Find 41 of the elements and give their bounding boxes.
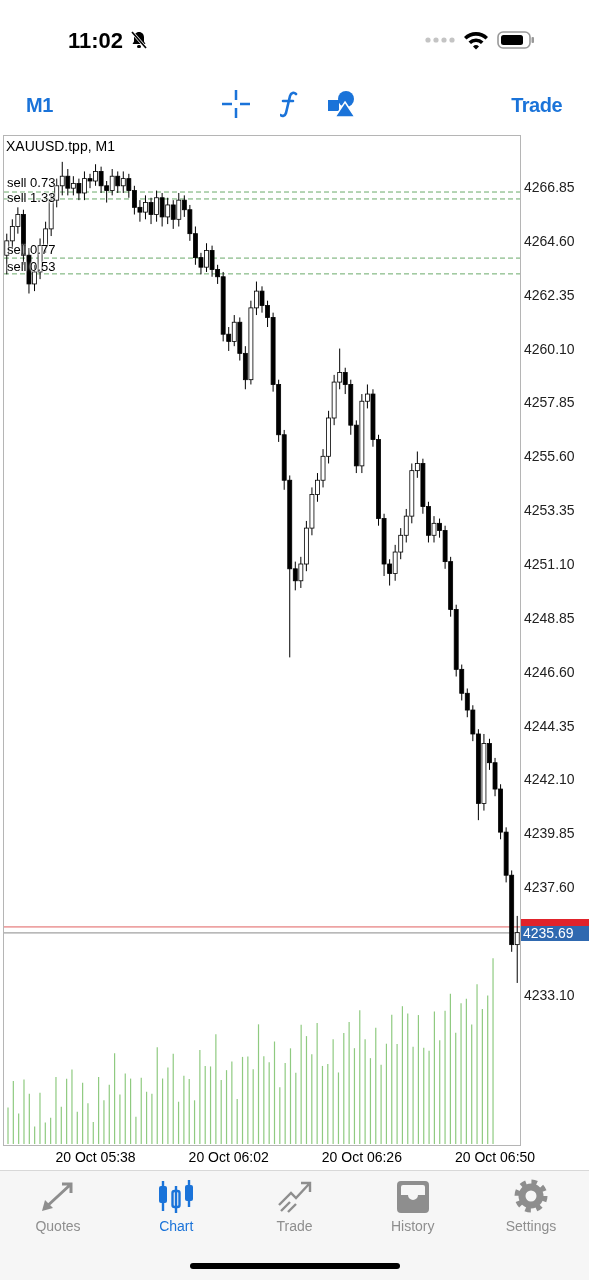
signal-icon [425, 36, 455, 44]
time-axis-label: 20 Oct 06:02 [188, 1150, 269, 1164]
price-tick-label: 4264.60 [524, 233, 575, 248]
price-tick-label: 4239.85 [524, 826, 575, 841]
battery-icon [497, 30, 535, 50]
price-tick-label: 4257.85 [524, 395, 575, 410]
settings-icon [513, 1179, 549, 1213]
time-axis-label: 20 Oct 06:50 [454, 1150, 536, 1164]
price-tick-label: 4262.35 [524, 287, 575, 302]
wifi-icon [463, 30, 489, 50]
price-tick-label: 4266.85 [524, 180, 575, 194]
candlestick-icon [158, 1179, 195, 1213]
inbox-icon [394, 1179, 431, 1213]
price-tick-label: 4233.10 [524, 987, 575, 1002]
price-tick-label: 4244.35 [524, 718, 575, 733]
trade-button[interactable]: Trade [511, 90, 562, 120]
trend-arrow-icon [276, 1179, 313, 1213]
price-tick-label: 4251.10 [524, 557, 575, 571]
bid-price-label: 4235.69 [521, 926, 589, 941]
tab-bar-item[interactable]: History [360, 1179, 465, 1233]
bell-slash-icon [129, 30, 150, 50]
price-tick-label: 4237.60 [524, 880, 575, 895]
clock-time: 11:02 [68, 26, 124, 55]
price-tick-label: 4248.85 [524, 610, 575, 625]
time-axis-label: 20 Oct 06:26 [321, 1150, 402, 1164]
price-tick-label: 4242.10 [524, 772, 575, 787]
timeframe-button[interactable]: M1 [26, 90, 53, 120]
price-tick-label: 4246.60 [524, 664, 575, 679]
tab-bar-item[interactable]: Quotes [6, 1179, 110, 1233]
tab-bar-item[interactable]: Settings [479, 1179, 583, 1233]
price-tick-label: 4253.35 [524, 503, 575, 518]
time-axis-label: 20 Oct 05:38 [55, 1150, 136, 1164]
price-tick-label: 4255.60 [524, 449, 575, 464]
chart-symbol: XAUUSD.tpp, M1 [6, 139, 115, 153]
price-tick-label: 4260.10 [524, 341, 575, 356]
tab-bar-item[interactable]: Trade [242, 1179, 347, 1233]
function-icon[interactable] [280, 90, 298, 118]
crosshair-icon[interactable] [222, 90, 250, 118]
tab-bar-item[interactable]: Chart [124, 1179, 229, 1233]
shapes-icon[interactable] [328, 90, 356, 118]
order-label: sell 0.73 [7, 176, 56, 189]
